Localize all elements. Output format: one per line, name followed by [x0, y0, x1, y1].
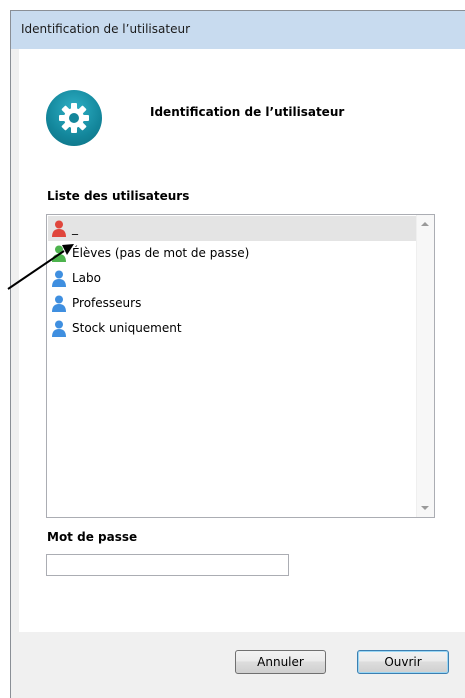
scroll-down-icon[interactable] — [421, 506, 429, 510]
open-button[interactable]: Ouvrir — [357, 650, 449, 674]
user-list-item[interactable]: _ — [48, 216, 416, 241]
cancel-button[interactable]: Annuler — [235, 650, 326, 674]
user-icon — [52, 295, 66, 312]
user-list-item[interactable]: Stock uniquement — [48, 316, 416, 341]
user-list-item[interactable]: Labo — [48, 266, 416, 291]
user-list-item[interactable]: Professeurs — [48, 291, 416, 316]
user-icon — [52, 245, 66, 262]
scroll-up-icon[interactable] — [421, 222, 429, 226]
window-title: Identification de l’utilisateur — [21, 22, 191, 36]
user-list-item-label: Élèves (pas de mot de passe) — [72, 246, 250, 260]
user-list-item-label: Professeurs — [72, 296, 142, 310]
user-list[interactable]: _ Élèves (pas de mot de passe) Labo Profess… — [46, 214, 435, 518]
list-scrollbar[interactable] — [416, 215, 434, 517]
user-icon — [52, 270, 66, 287]
user-list-item-label: Labo — [72, 271, 101, 285]
dialog-body: Identification de l’utilisateur Liste de… — [19, 49, 465, 632]
login-dialog: Identification de l’utilisateur Identifi… — [10, 10, 465, 698]
user-icon — [52, 220, 66, 237]
user-list-item-label: _ — [72, 221, 78, 235]
user-icon — [52, 320, 66, 337]
gear-icon — [46, 90, 102, 146]
password-input[interactable] — [46, 554, 289, 576]
password-label: Mot de passe — [47, 530, 138, 544]
header-title: Identification de l’utilisateur — [150, 105, 345, 119]
title-bar[interactable]: Identification de l’utilisateur — [11, 11, 465, 49]
user-list-item[interactable]: Élèves (pas de mot de passe) — [48, 241, 416, 266]
user-list-item-label: Stock uniquement — [72, 321, 182, 335]
user-list-label: Liste des utilisateurs — [47, 189, 190, 203]
button-bar: Annuler Ouvrir — [19, 632, 465, 698]
